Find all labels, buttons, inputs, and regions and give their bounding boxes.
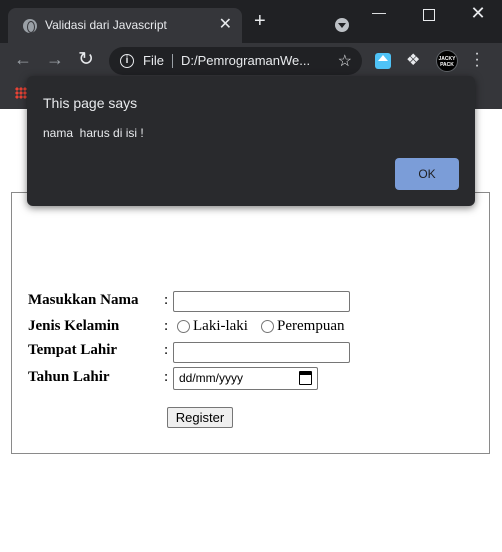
browser-tab[interactable]: Validasi dari Javascript ✕	[8, 8, 242, 43]
colon: :	[164, 342, 169, 358]
tempat-lahir-input[interactable]	[173, 342, 350, 363]
nama-label: Masukkan Nama	[28, 292, 139, 308]
globe-icon	[23, 19, 37, 33]
url-text[interactable]: D:/PemrogramanWe...	[181, 53, 310, 68]
maximize-button[interactable]	[423, 9, 435, 21]
laki-laki-label: Laki-laki	[193, 318, 248, 334]
nama-input[interactable]	[173, 291, 350, 312]
info-icon[interactable]: i	[120, 54, 134, 68]
calendar-icon[interactable]	[299, 371, 312, 385]
tab-search-icon[interactable]	[335, 18, 349, 32]
home-extension-icon[interactable]	[375, 53, 391, 69]
close-window-button[interactable]: ✕	[468, 3, 488, 24]
perempuan-label: Perempuan	[277, 318, 345, 334]
tahun-lahir-date-input[interactable]: dd/mm/yyyy	[173, 367, 318, 390]
close-tab-icon[interactable]: ✕	[219, 16, 232, 34]
tempat-lahir-label: Tempat Lahir	[28, 342, 118, 358]
reload-icon[interactable]: ↻	[78, 48, 94, 71]
url-scheme: File	[143, 53, 164, 68]
profile-avatar-icon[interactable]: JACKY PACK	[436, 50, 458, 72]
radio-perempuan[interactable]	[261, 320, 274, 333]
address-bar[interactable]: i File D:/PemrogramanWe... ☆	[109, 47, 362, 75]
kebab-menu-icon[interactable]: · · ·	[474, 46, 480, 74]
register-button[interactable]: Register	[167, 407, 233, 428]
forward-arrow-icon[interactable]: →	[46, 49, 64, 70]
new-tab-button[interactable]: +	[254, 11, 266, 31]
title-bar: Validasi dari Javascript ✕ + — ✕	[0, 0, 502, 43]
ok-button[interactable]: OK	[395, 158, 459, 190]
alert-dialog: This page says nama harus di isi ! OK	[27, 76, 475, 206]
minimize-button[interactable]: —	[369, 4, 389, 20]
tab-title: Validasi dari Javascript	[45, 18, 167, 32]
colon: :	[164, 369, 169, 385]
colon: :	[164, 292, 169, 308]
dialog-title: This page says	[43, 95, 138, 111]
kelamin-label: Jenis Kelamin	[28, 318, 120, 334]
tahun-lahir-label: Tahun Lahir	[28, 369, 110, 385]
puzzle-icon[interactable]: ❖	[406, 50, 420, 70]
date-placeholder: dd/mm/yyyy	[179, 371, 244, 385]
dialog-message: nama harus di isi !	[43, 126, 144, 140]
radio-laki-laki[interactable]	[177, 320, 190, 333]
back-arrow-icon[interactable]: ←	[14, 49, 32, 70]
address-divider	[172, 54, 173, 68]
apps-grid-icon[interactable]	[15, 87, 27, 99]
registration-form: Masukkan Nama : Jenis Kelamin : Laki-lak…	[11, 192, 490, 454]
colon: :	[164, 318, 169, 334]
browser-toolbar: ← → ↻ i File D:/PemrogramanWe... ☆ ❖ JAC…	[0, 43, 502, 79]
star-icon[interactable]: ☆	[338, 51, 352, 71]
